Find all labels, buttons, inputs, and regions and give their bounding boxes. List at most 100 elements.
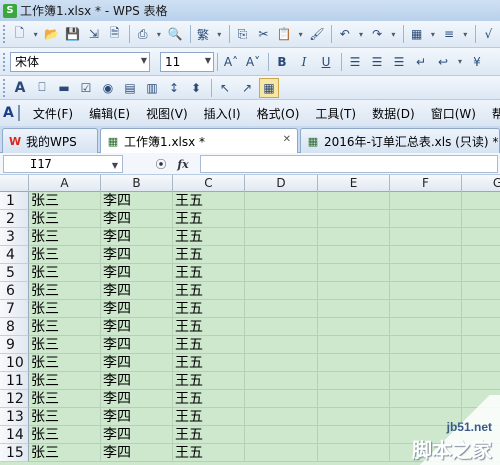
- table-style-dropdown-icon[interactable]: ▾: [428, 24, 437, 44]
- cell-d4[interactable]: [245, 246, 318, 264]
- cell-g10[interactable]: [462, 354, 500, 372]
- menu-tools[interactable]: 工具(T): [310, 105, 361, 122]
- document-icon[interactable]: [17, 105, 20, 121]
- menu-data[interactable]: 数据(D): [367, 105, 420, 122]
- cell-b2[interactable]: 李四: [101, 210, 173, 228]
- combobox-control-icon[interactable]: ▥: [142, 78, 162, 98]
- formula-icon[interactable]: √: [479, 24, 498, 44]
- traditional-chinese-dropdown-icon[interactable]: ▾: [215, 24, 224, 44]
- chevron-down-icon[interactable]: ▼: [112, 158, 118, 174]
- row-header[interactable]: 1: [0, 192, 29, 210]
- spinner-control-icon[interactable]: ⬍: [186, 78, 206, 98]
- cell-g2[interactable]: [462, 210, 500, 228]
- cell-f4[interactable]: [390, 246, 462, 264]
- cell-e10[interactable]: [318, 354, 390, 372]
- column-header-c[interactable]: C: [173, 175, 245, 192]
- redo-dropdown-icon[interactable]: ▾: [389, 24, 398, 44]
- cell-b6[interactable]: 李四: [101, 282, 173, 300]
- menu-file[interactable]: 文件(F): [28, 105, 78, 122]
- cell-e7[interactable]: [318, 300, 390, 318]
- row-header[interactable]: 14: [0, 426, 29, 444]
- cell-a10[interactable]: 张三: [29, 354, 101, 372]
- format-painter-icon[interactable]: 🖌: [307, 24, 326, 44]
- cell-f10[interactable]: [390, 354, 462, 372]
- cell-c6[interactable]: 王五: [173, 282, 245, 300]
- cell-a4[interactable]: 张三: [29, 246, 101, 264]
- textbox-control-icon[interactable]: ⎕: [32, 78, 52, 98]
- cell-g3[interactable]: [462, 228, 500, 246]
- cell-b3[interactable]: 李四: [101, 228, 173, 246]
- cell-c5[interactable]: 王五: [173, 264, 245, 282]
- row-header[interactable]: 4: [0, 246, 29, 264]
- font-size-combobox[interactable]: 11 ▼: [160, 51, 214, 72]
- select-objects-icon[interactable]: ↖: [215, 78, 235, 98]
- merge-center-icon[interactable]: ↵: [411, 52, 431, 72]
- cell-d14[interactable]: [245, 426, 318, 444]
- tab-order-summary[interactable]: ▦ 2016年-订单汇总表.xls (只读) *: [300, 128, 500, 153]
- cell-e9[interactable]: [318, 336, 390, 354]
- toolbar-grip[interactable]: [3, 78, 7, 97]
- tab-workbook1[interactable]: ▦ 工作簿1.xlsx * ✕: [100, 128, 298, 154]
- cell-d7[interactable]: [245, 300, 318, 318]
- cut-icon[interactable]: ✂: [254, 24, 273, 44]
- toolbar-grip[interactable]: [3, 25, 7, 43]
- row-column-dropdown-icon[interactable]: ▾: [461, 24, 470, 44]
- row-header[interactable]: 5: [0, 264, 29, 282]
- cell-d12[interactable]: [245, 390, 318, 408]
- cell-f6[interactable]: [390, 282, 462, 300]
- cell-e3[interactable]: [318, 228, 390, 246]
- cell-a12[interactable]: 张三: [29, 390, 101, 408]
- wrap-text-icon[interactable]: ↩: [433, 52, 453, 72]
- cell-b10[interactable]: 李四: [101, 354, 173, 372]
- row-header[interactable]: 8: [0, 318, 29, 336]
- print-preview-icon[interactable]: 🔍: [166, 24, 185, 44]
- save-icon[interactable]: 💾: [63, 24, 82, 44]
- cell-b7[interactable]: 李四: [101, 300, 173, 318]
- cell-a7[interactable]: 张三: [29, 300, 101, 318]
- cell-e5[interactable]: [318, 264, 390, 282]
- cell-e8[interactable]: [318, 318, 390, 336]
- cell-f5[interactable]: [390, 264, 462, 282]
- cell-e4[interactable]: [318, 246, 390, 264]
- column-header-d[interactable]: D: [245, 175, 318, 192]
- cell-g11[interactable]: [462, 372, 500, 390]
- cell-d5[interactable]: [245, 264, 318, 282]
- cell-a8[interactable]: 张三: [29, 318, 101, 336]
- row-header[interactable]: 10: [0, 354, 29, 372]
- cell-e14[interactable]: [318, 426, 390, 444]
- cell-e12[interactable]: [318, 390, 390, 408]
- chevron-down-icon[interactable]: ▼: [141, 56, 147, 65]
- table-style-icon[interactable]: ▦: [407, 24, 426, 44]
- cell-f9[interactable]: [390, 336, 462, 354]
- cell-a11[interactable]: 张三: [29, 372, 101, 390]
- row-column-icon[interactable]: ≡: [440, 24, 459, 44]
- cell-d6[interactable]: [245, 282, 318, 300]
- cell-d9[interactable]: [245, 336, 318, 354]
- cell-e2[interactable]: [318, 210, 390, 228]
- cell-e15[interactable]: [318, 444, 390, 462]
- cell-c3[interactable]: 王五: [173, 228, 245, 246]
- insert-function-button[interactable]: fx: [174, 156, 192, 172]
- cell-a5[interactable]: 张三: [29, 264, 101, 282]
- cell-f2[interactable]: [390, 210, 462, 228]
- print-icon[interactable]: ⎙: [133, 24, 152, 44]
- cell-g8[interactable]: [462, 318, 500, 336]
- cell-b15[interactable]: 李四: [101, 444, 173, 462]
- cell-a1[interactable]: 张三: [29, 192, 101, 210]
- pdf-export-icon[interactable]: 🗎: [105, 24, 124, 44]
- cell-g5[interactable]: [462, 264, 500, 282]
- menu-insert[interactable]: 插入(I): [199, 105, 246, 122]
- column-header-b[interactable]: B: [101, 175, 173, 192]
- cell-e6[interactable]: [318, 282, 390, 300]
- cell-f3[interactable]: [390, 228, 462, 246]
- cell-d13[interactable]: [245, 408, 318, 426]
- row-header[interactable]: 7: [0, 300, 29, 318]
- cell-a13[interactable]: 张三: [29, 408, 101, 426]
- cell-b5[interactable]: 李四: [101, 264, 173, 282]
- cell-a6[interactable]: 张三: [29, 282, 101, 300]
- bold-button[interactable]: B: [272, 52, 292, 72]
- button-control-icon[interactable]: ▬: [54, 78, 74, 98]
- cell-b4[interactable]: 李四: [101, 246, 173, 264]
- cell-c13[interactable]: 王五: [173, 408, 245, 426]
- paste-dropdown-icon[interactable]: ▾: [296, 24, 305, 44]
